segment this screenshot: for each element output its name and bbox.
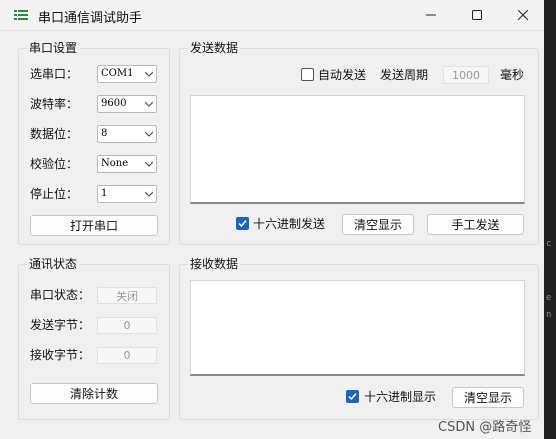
background-code-char: c [546,239,552,249]
checkmark-icon [238,220,247,228]
clear-count-button[interactable]: 清除计数 [30,383,158,404]
checkmark-icon [348,393,357,401]
stopbits-value: 1 [101,188,108,199]
hex-send-checkbox[interactable] [236,217,249,230]
databits-select[interactable]: 8 [97,125,157,143]
parity-label: 校验位： [30,157,79,171]
close-icon [518,10,528,20]
stopbits-label: 停止位： [30,187,79,201]
open-port-button[interactable]: 打开串口 [30,215,158,236]
serial-settings-title: 串口设置 [27,41,80,55]
baud-select[interactable]: 9600 [97,95,157,113]
port-select[interactable]: COM1 [97,65,157,83]
chevron-down-icon [145,131,153,137]
manual-send-button[interactable]: 手工发送 [427,214,524,235]
chevron-down-icon [145,101,153,107]
send-data-title: 发送数据 [188,41,241,55]
parity-value: None [101,158,129,169]
maximize-icon [472,10,482,20]
hex-display-label[interactable]: 十六进制显示 [364,388,436,406]
background-code-char: n [546,310,552,320]
recv-bytes-label: 接收字节： [30,348,91,362]
recv-data-title: 接收数据 [188,257,241,271]
hex-display-checkbox[interactable] [346,390,359,403]
databits-label: 数据位： [30,127,79,141]
period-unit: 毫秒 [500,68,525,82]
baud-label: 波特率： [30,97,79,111]
chevron-down-icon [145,191,153,197]
background-code-char: e [546,293,552,303]
port-status-label: 串口状态： [30,288,91,302]
main-window: 串口通信调试助手 串口设置 选串口： COM1 波特率： 9600 数据位： 8… [0,0,544,439]
hex-send-label[interactable]: 十六进制发送 [253,215,325,233]
sent-bytes-value: 0 [97,317,157,334]
chevron-down-icon [145,71,153,77]
period-label: 发送周期 [380,68,429,82]
title-bar[interactable]: 串口通信调试助手 [0,0,544,31]
recv-bytes-value: 0 [97,347,157,364]
send-clear-display-button[interactable]: 清空显示 [342,214,414,235]
maximize-button[interactable] [454,0,500,30]
baud-value: 9600 [101,98,127,109]
parity-select[interactable]: None [97,155,157,173]
chevron-down-icon [145,161,153,167]
port-status-value: 关闭 [97,287,157,304]
period-input[interactable]: 1000 [443,66,489,84]
databits-value: 8 [101,128,108,139]
close-button[interactable] [500,0,546,30]
comm-status-title: 通讯状态 [27,257,80,271]
recv-textarea[interactable] [190,280,525,376]
watermark-text: CSDN @路奇怪 [438,420,532,435]
recv-clear-display-button[interactable]: 清空显示 [452,387,524,408]
app-icon [14,10,28,20]
minimize-button[interactable] [408,0,454,30]
port-label: 选串口： [30,67,79,81]
window-title: 串口通信调试助手 [38,11,143,26]
auto-send-label[interactable]: 自动发送 [318,66,366,84]
port-value: COM1 [101,68,134,79]
auto-send-checkbox[interactable] [301,68,314,81]
stopbits-select[interactable]: 1 [97,185,157,203]
send-textarea[interactable] [190,95,525,204]
minimize-icon [426,14,436,16]
sent-bytes-label: 发送字节： [30,318,91,332]
